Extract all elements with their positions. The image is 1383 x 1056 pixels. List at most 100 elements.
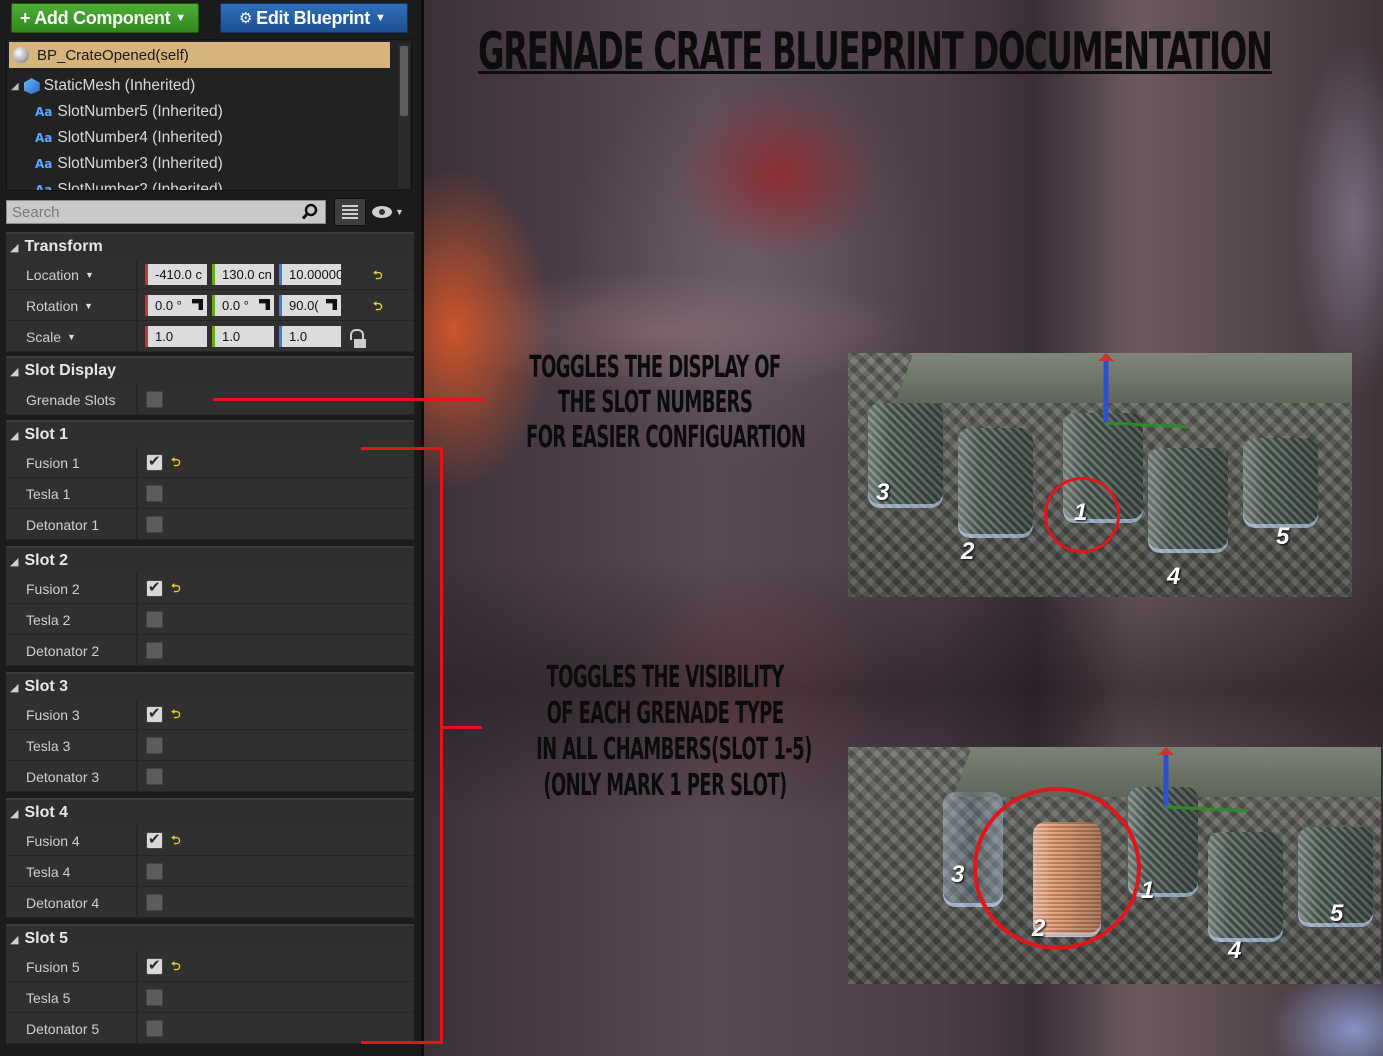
collapse-triangle-icon: ◢ — [10, 807, 19, 820]
property-row-detonator-4: Detonator 4 — [6, 887, 414, 918]
fusion-checkbox[interactable] — [146, 830, 163, 849]
property-label[interactable]: Scale ▼ — [26, 321, 76, 352]
view-options-button[interactable]: ▼ — [372, 202, 408, 222]
slot-number-label: 4 — [1167, 563, 1181, 590]
gizmo-axis-icon — [1098, 353, 1189, 429]
slot-number-label: 3 — [951, 861, 965, 888]
category-slot-2[interactable]: ◢ Slot 2 — [6, 546, 414, 574]
property-matrix-button[interactable] — [334, 198, 366, 226]
annotation-line: IN ALL CHAMBERS(SLOT 1-5) — [536, 732, 812, 767]
annotation-slot-display: TOGGLES THE DISPLAY OF THE SLOT NUMBERS … — [440, 350, 870, 455]
reset-to-default-icon[interactable]: ⮌ — [171, 957, 181, 978]
category-slot-5[interactable]: ◢ Slot 5 — [6, 924, 414, 952]
scale-y-field[interactable]: 1.0 — [212, 326, 274, 347]
rotation-x-value: 0.0 ° — [155, 298, 182, 313]
detonator-checkbox[interactable] — [146, 516, 163, 533]
divider — [136, 478, 138, 509]
chevron-down-icon: ▼ — [67, 331, 76, 342]
location-x-field[interactable]: -410.0 c — [145, 264, 207, 285]
list-icon — [342, 205, 358, 219]
tesla-checkbox[interactable] — [146, 485, 163, 502]
add-component-button[interactable]: + Add Component ▼ — [11, 3, 199, 33]
tesla-checkbox[interactable] — [146, 863, 163, 880]
reset-to-default-icon[interactable]: ⮌ — [373, 297, 383, 318]
component-item-label: SlotNumber5 (Inherited) — [57, 103, 223, 120]
property-row-location: Location ▼ -410.0 c 130.0 cn 10.00000 ⮌ — [6, 259, 414, 290]
rotation-y-field[interactable]: 0.0 ° — [212, 295, 274, 316]
detonator-checkbox[interactable] — [146, 642, 163, 659]
grenade-slots-checkbox[interactable] — [146, 391, 163, 408]
rotation-z-field[interactable]: 90.0( — [279, 295, 341, 316]
property-label[interactable]: Location ▼ — [26, 259, 94, 290]
divider — [136, 730, 138, 761]
component-item-label: SlotNumber2 (Inherited) — [57, 181, 223, 191]
component-item-slotnumber4[interactable]: Aa SlotNumber4 (Inherited) — [35, 127, 223, 149]
search-input[interactable]: Search — [6, 200, 326, 224]
gizmo-axis-icon — [1158, 747, 1249, 813]
lock-icon[interactable] — [350, 329, 366, 348]
static-mesh-icon — [23, 78, 40, 94]
property-label: Fusion 1 — [26, 454, 80, 471]
divider — [136, 604, 138, 635]
divider — [136, 887, 138, 918]
component-item-slotnumber2[interactable]: Aa SlotNumber2 (Inherited) — [35, 179, 223, 191]
detonator-checkbox[interactable] — [146, 894, 163, 911]
rotate-icon — [192, 299, 203, 310]
reset-to-default-icon[interactable]: ⮌ — [373, 266, 383, 287]
divider — [136, 384, 138, 415]
property-label[interactable]: Rotation ▼ — [26, 290, 93, 321]
reset-to-default-icon[interactable]: ⮌ — [171, 705, 181, 726]
detonator-checkbox[interactable] — [146, 768, 163, 785]
edit-blueprint-button[interactable]: ⚙ Edit Blueprint ▼ — [220, 3, 408, 33]
collapse-triangle-icon: ◢ — [10, 241, 19, 254]
category-slot-1[interactable]: ◢ Slot 1 — [6, 420, 414, 448]
category-slot-4[interactable]: ◢ Slot 4 — [6, 798, 414, 826]
location-z-field[interactable]: 10.00000 — [279, 264, 341, 285]
component-item-label: StaticMesh (Inherited) — [43, 77, 196, 94]
fusion-checkbox[interactable] — [146, 704, 163, 723]
collapse-triangle-icon[interactable]: ◢ — [11, 81, 19, 92]
text-render-icon: Aa — [35, 183, 53, 191]
scrollbar-thumb[interactable] — [400, 46, 408, 116]
component-item-slotnumber5[interactable]: Aa SlotNumber5 (Inherited) — [35, 101, 223, 123]
fusion-checkbox[interactable] — [146, 452, 163, 471]
reset-to-default-icon[interactable]: ⮌ — [171, 831, 181, 852]
details-search-row: Search ▼ — [6, 198, 414, 226]
detonator-checkbox[interactable] — [146, 1020, 163, 1037]
tesla-checkbox[interactable] — [146, 737, 163, 754]
property-label: Tesla 2 — [26, 611, 71, 628]
property-label: Grenade Slots — [26, 391, 116, 408]
property-label: Fusion 2 — [26, 580, 80, 597]
category-slot-display[interactable]: ◢ Slot Display — [6, 356, 414, 384]
annotation-line: OF EACH GRENADE TYPE — [546, 696, 784, 731]
chevron-down-icon: ▼ — [374, 12, 386, 24]
scale-x-field[interactable]: 1.0 — [145, 326, 207, 347]
slot-number-label: 4 — [1228, 937, 1242, 964]
reset-to-default-icon[interactable]: ⮌ — [171, 453, 181, 474]
component-self-row[interactable]: BP_CrateOpened(self) — [9, 42, 390, 68]
tesla-checkbox[interactable] — [146, 611, 163, 628]
location-y-field[interactable]: 130.0 cn — [212, 264, 274, 285]
property-row-fusion-3: Fusion 3 ⮌ — [6, 699, 414, 730]
tree-scrollbar[interactable] — [398, 44, 410, 188]
search-icon[interactable] — [301, 203, 319, 221]
divider — [136, 856, 138, 887]
rotation-x-field[interactable]: 0.0 ° — [145, 295, 207, 316]
component-item-staticmesh[interactable]: ◢ StaticMesh (Inherited) — [11, 75, 195, 97]
fusion-checkbox[interactable] — [146, 578, 163, 597]
annotation-line: (ONLY MARK 1 PER SLOT) — [543, 768, 787, 803]
category-slot-3[interactable]: ◢ Slot 3 — [6, 672, 414, 700]
background-red-shape — [674, 90, 884, 260]
tesla-checkbox[interactable] — [146, 989, 163, 1006]
property-row-fusion-1: Fusion 1 ⮌ — [6, 447, 414, 478]
annotation-grenade-visibility: TOGGLES THE VISIBILITY OF EACH GRENADE T… — [450, 660, 880, 804]
property-row-tesla-4: Tesla 4 — [6, 856, 414, 887]
component-item-slotnumber3[interactable]: Aa SlotNumber3 (Inherited) — [35, 153, 223, 175]
rotation-z-value: 90.0( — [289, 298, 319, 313]
component-item-label: SlotNumber4 (Inherited) — [57, 129, 223, 146]
reset-to-default-icon[interactable]: ⮌ — [171, 579, 181, 600]
scale-z-field[interactable]: 1.0 — [279, 326, 341, 347]
fusion-checkbox[interactable] — [146, 956, 163, 975]
annotation-line: TOGGLES THE DISPLAY OF — [529, 350, 781, 385]
category-transform[interactable]: ◢ Transform — [6, 232, 414, 260]
